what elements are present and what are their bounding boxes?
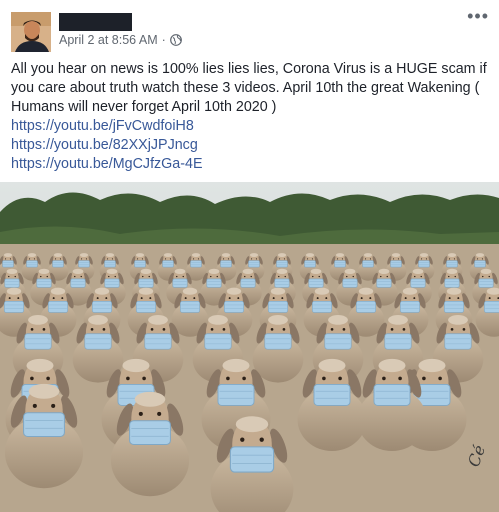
video-link-1[interactable]: https://youtu.be/jFvCwdfoiH8 xyxy=(11,117,491,136)
more-horizontal-icon[interactable]: ••• xyxy=(467,6,489,27)
author-avatar[interactable] xyxy=(11,12,51,52)
video-link-3[interactable]: https://youtu.be/MgCJfzGa-4E xyxy=(11,155,491,174)
globe-icon[interactable] xyxy=(169,34,182,46)
facebook-post: April 2 at 8:56 AM · ••• All you hear on… xyxy=(0,0,499,512)
meta-separator: · xyxy=(161,33,166,47)
post-text: All you hear on news is 100% lies lies l… xyxy=(11,60,491,174)
post-photo-masked-sheep[interactable]: Cé xyxy=(0,182,499,512)
post-timestamp[interactable]: April 2 at 8:56 AM xyxy=(59,33,158,47)
post-body: All you hear on news is 100% lies lies l… xyxy=(11,61,487,115)
post-meta: April 2 at 8:56 AM · xyxy=(59,33,182,47)
video-link-2[interactable]: https://youtu.be/82XXjJPJncg xyxy=(11,136,491,155)
author-name-redacted[interactable] xyxy=(59,13,132,31)
